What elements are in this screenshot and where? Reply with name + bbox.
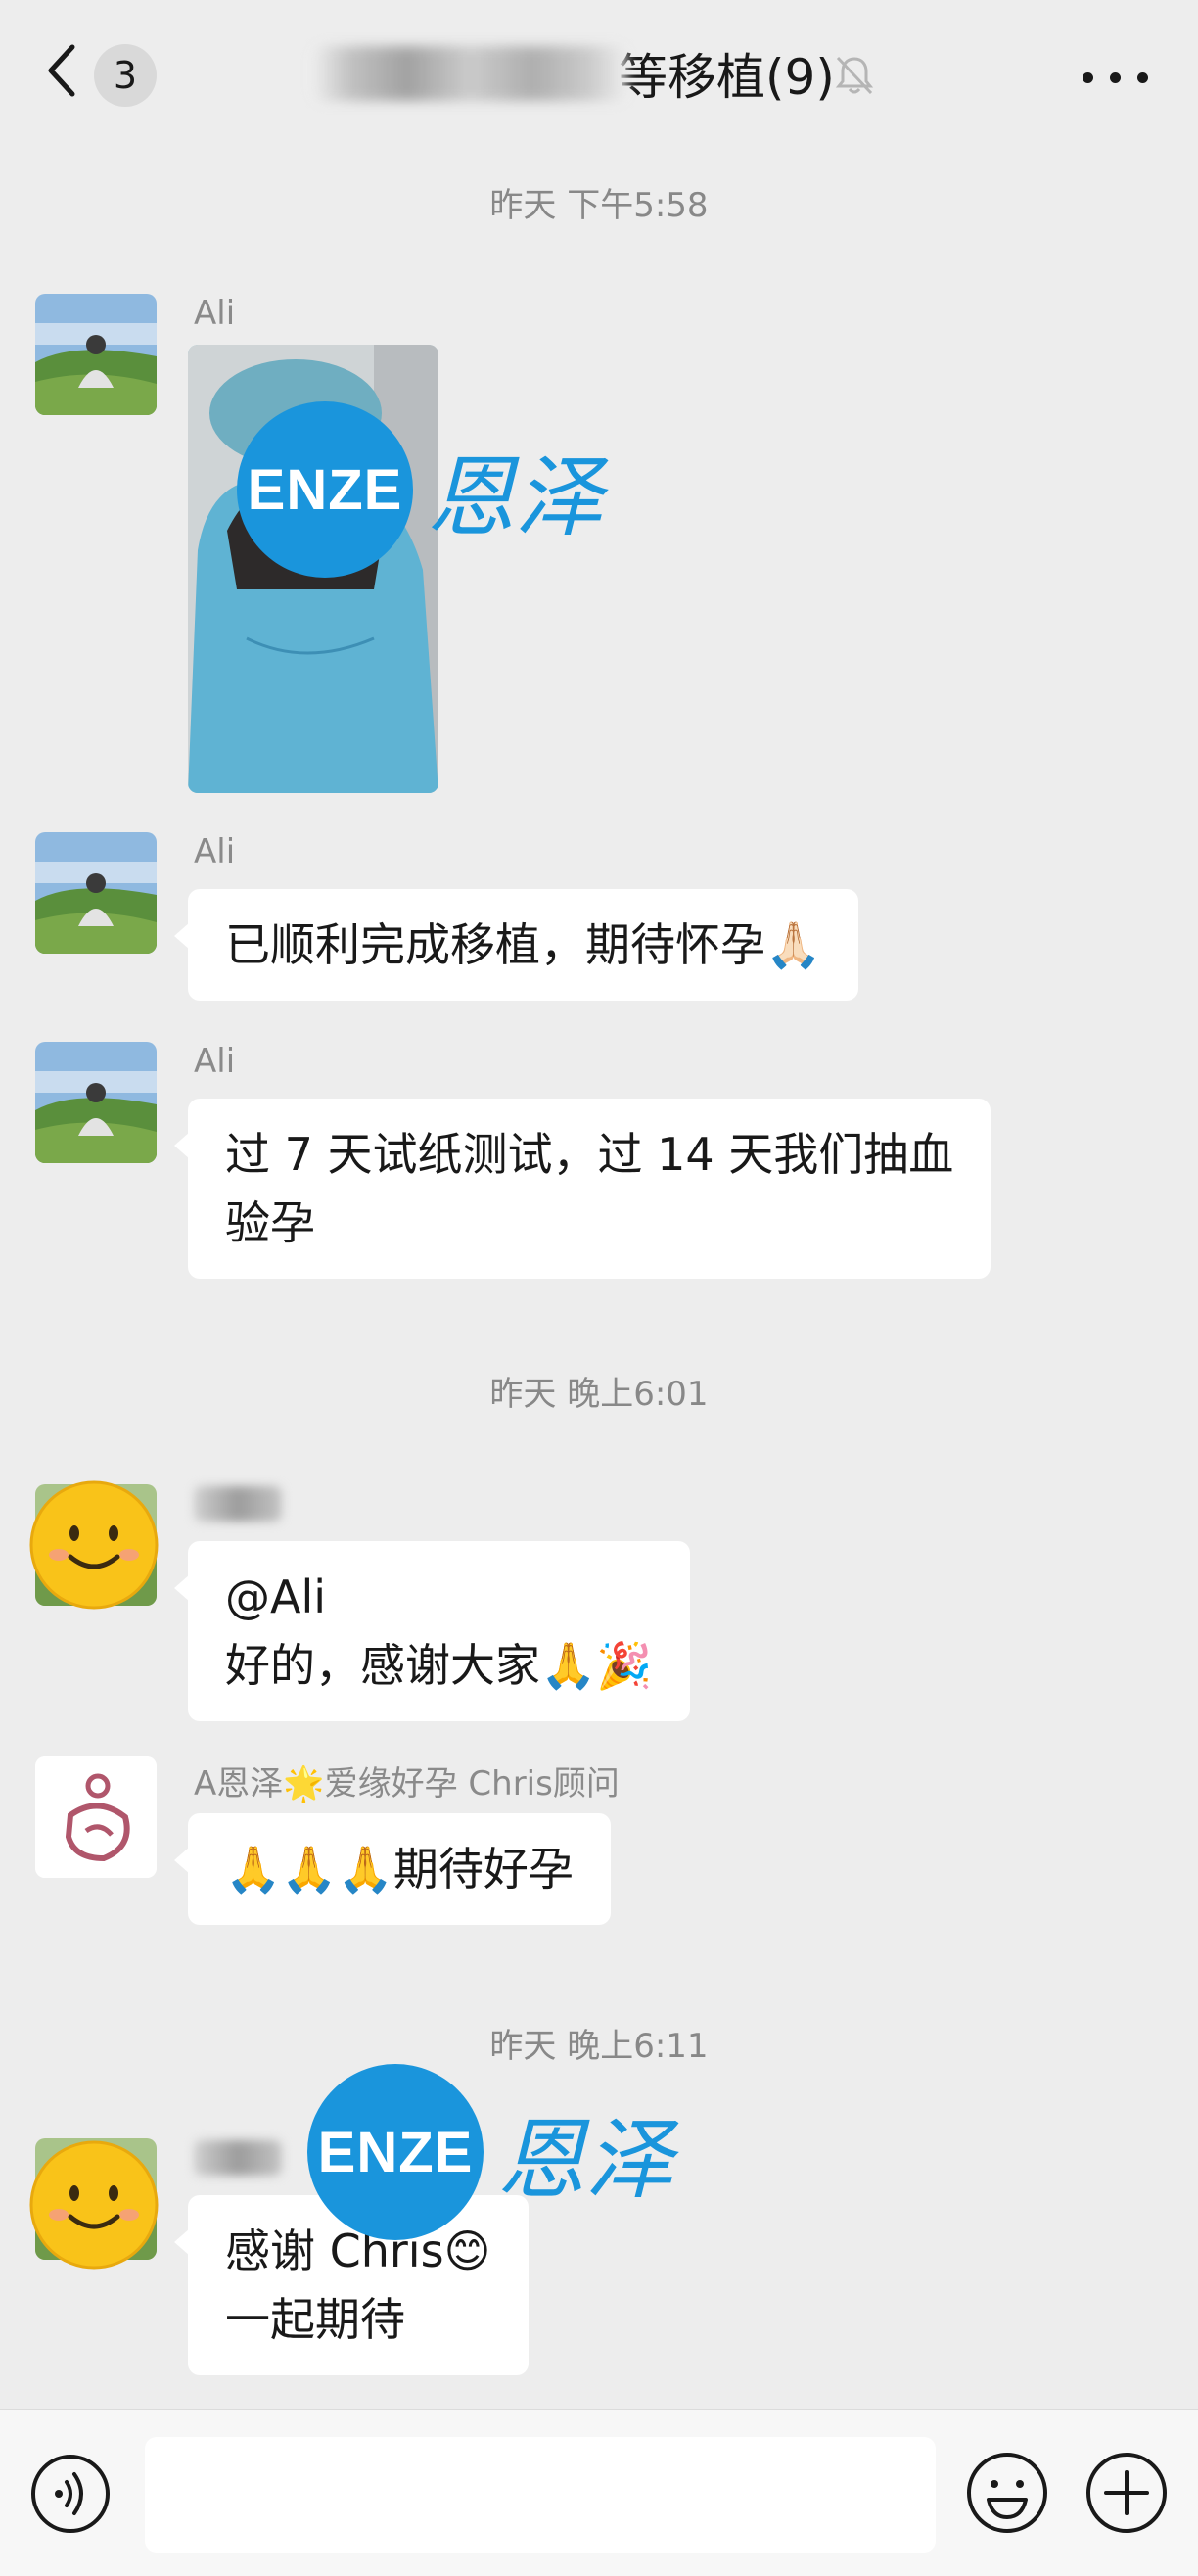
message-item: @Ali 好的，感谢大家🙏🎉 xyxy=(29,1480,1161,1729)
chat-header: 3 等移植(9) xyxy=(0,0,1198,147)
avatar[interactable] xyxy=(35,832,157,954)
back-button[interactable] xyxy=(43,41,102,110)
emoji-button[interactable] xyxy=(965,2451,1049,2535)
watermark-chinese: 恩泽 xyxy=(497,2109,673,2212)
message-bubble[interactable]: 🙏🙏🙏期待好孕 xyxy=(174,1813,611,1925)
message-text: 已顺利完成移植，期待怀孕🙏🏻 xyxy=(225,918,822,971)
message-text: 🙏🙏🙏期待好孕 xyxy=(225,1843,574,1896)
smiley-sticker-icon xyxy=(29,2140,159,2270)
unread-count-badge: 3 xyxy=(94,44,157,107)
message-bubble[interactable]: 已顺利完成移植，期待怀孕🙏🏻 xyxy=(173,889,859,1001)
avatar[interactable] xyxy=(35,1042,157,1163)
message-bubble[interactable]: @Ali 好的，感谢大家🙏🎉 xyxy=(174,1541,690,1721)
clinic-logo-icon xyxy=(35,1756,157,1878)
chevron-left-icon xyxy=(48,44,75,97)
watermark-logo: ENZE 恩泽 xyxy=(307,2064,673,2240)
smiley-sticker-icon xyxy=(29,1480,159,1610)
chat-title-text: 等移植(9) xyxy=(619,49,835,106)
muted-bell-icon xyxy=(835,56,874,95)
chat-title: 等移植(9) xyxy=(313,39,835,108)
more-functions-button[interactable] xyxy=(1084,2451,1169,2535)
sender-name: Ali xyxy=(194,1042,236,1081)
message-item: Ali 已顺利完成移植，期待怀孕🙏🏻 xyxy=(35,832,1161,1008)
message-item: A恩泽🌟爱缘好孕 Chris顾问 🙏🙏🙏期待好孕 xyxy=(35,1756,1161,1933)
blurred-sender-name xyxy=(194,2140,282,2176)
blurred-title-part xyxy=(313,46,626,101)
sender-name: A恩泽🌟爱缘好孕 Chris顾问 xyxy=(194,1764,620,1803)
message-text-line: 一起期待 xyxy=(225,2293,405,2346)
message-text-line: 过 7 天试纸测试，过 14 天我们抽血 xyxy=(225,1128,954,1181)
voice-input-button[interactable] xyxy=(29,2453,112,2535)
message-text-line: 验孕 xyxy=(225,1196,315,1249)
sender-name: Ali xyxy=(194,294,236,333)
timestamp: 昨天 下午5:58 xyxy=(489,186,709,225)
avatar[interactable] xyxy=(35,294,157,415)
blurred-sender-name xyxy=(194,1486,282,1522)
message-input[interactable] xyxy=(145,2437,936,2553)
chat-input-bar xyxy=(0,2409,1198,2576)
message-text-line: 好的，感谢大家🙏🎉 xyxy=(225,1639,653,1692)
watermark-circle: ENZE xyxy=(307,2064,484,2240)
more-options-button[interactable] xyxy=(1077,57,1155,96)
message-bubble[interactable]: 过 7 天试纸测试，过 14 天我们抽血 验孕 xyxy=(173,1099,991,1279)
watermark-chinese: 恩泽 xyxy=(427,446,603,549)
timestamp: 昨天 晚上6:11 xyxy=(489,2027,709,2066)
sender-name: Ali xyxy=(194,832,236,871)
watermark-logo: ENZE 恩泽 xyxy=(237,401,603,578)
message-text-line: @Ali xyxy=(225,1570,327,1623)
timestamp: 昨天 晚上6:01 xyxy=(489,1375,709,1414)
watermark-circle: ENZE xyxy=(237,401,413,578)
message-item: Ali 过 7 天试纸测试，过 14 天我们抽血 验孕 xyxy=(35,1042,1161,1279)
avatar[interactable] xyxy=(35,1756,157,1878)
